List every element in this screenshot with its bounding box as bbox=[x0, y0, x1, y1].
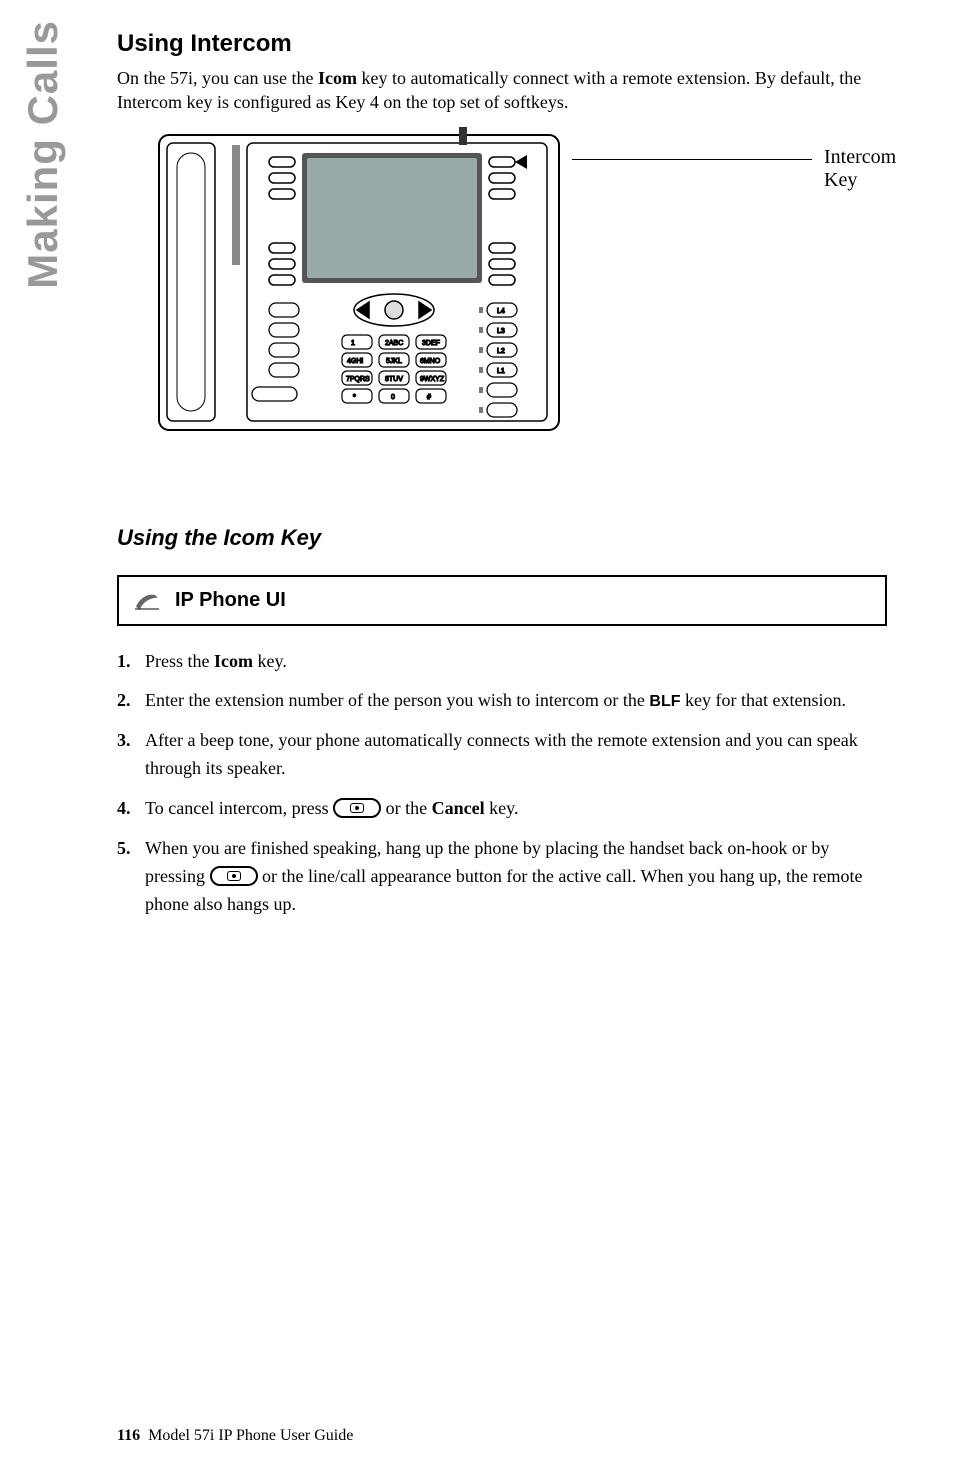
step-5: When you are finished speaking, hang up … bbox=[117, 835, 887, 919]
svg-text:4GHI: 4GHI bbox=[347, 358, 363, 365]
svg-text:L2: L2 bbox=[497, 348, 505, 355]
s4-post: key. bbox=[485, 798, 519, 818]
step-3: After a beep tone, your phone automatica… bbox=[117, 727, 887, 783]
svg-text:2ABC: 2ABC bbox=[385, 340, 403, 347]
svg-text:*: * bbox=[353, 394, 356, 401]
svg-text:0: 0 bbox=[391, 394, 395, 401]
goodbye-key-icon bbox=[333, 798, 381, 818]
svg-text:6MNO: 6MNO bbox=[420, 358, 441, 365]
svg-text:L4: L4 bbox=[497, 308, 505, 315]
hand-write-icon bbox=[133, 589, 161, 611]
svg-text:9WXYZ: 9WXYZ bbox=[420, 376, 445, 383]
section-heading: Using Intercom bbox=[117, 30, 887, 58]
callout-l1: Intercom bbox=[824, 146, 896, 168]
figure-wrapper: 1 2ABC 3DEF 4GHI 5JKL 6MNO 7PQRS 8TUV 9W… bbox=[117, 125, 887, 475]
footer-title: Model 57i IP Phone User Guide bbox=[148, 1427, 353, 1444]
s4-key: Cancel bbox=[432, 798, 485, 818]
phone-illustration: 1 2ABC 3DEF 4GHI 5JKL 6MNO 7PQRS 8TUV 9W… bbox=[157, 125, 562, 435]
callout-l2: Key bbox=[824, 169, 857, 191]
subsection-heading: Using the Icom Key bbox=[117, 525, 887, 551]
svg-text:1: 1 bbox=[351, 340, 355, 347]
s2-key: BLF bbox=[649, 693, 680, 710]
intro-paragraph: On the 57i, you can use the Icom key to … bbox=[117, 66, 887, 115]
svg-text:8TUV: 8TUV bbox=[385, 376, 403, 383]
step-2: Enter the extension number of the person… bbox=[117, 687, 887, 715]
s1-pre: Press the bbox=[145, 651, 214, 671]
page-content: Using Intercom On the 57i, you can use t… bbox=[117, 30, 887, 931]
step-1: Press the Icom key. bbox=[117, 648, 887, 676]
s4-mid: or the bbox=[381, 798, 431, 818]
steps-list: Press the Icom key. Enter the extension … bbox=[117, 648, 887, 919]
s2-post: key for that extension. bbox=[681, 690, 846, 710]
svg-text:#: # bbox=[427, 394, 431, 401]
step-4: To cancel intercom, press or the Cancel … bbox=[117, 795, 887, 823]
ui-box: IP Phone UI bbox=[117, 575, 887, 626]
svg-text:3DEF: 3DEF bbox=[422, 340, 440, 347]
callout-text: Intercom Key bbox=[824, 146, 896, 192]
svg-text:L3: L3 bbox=[497, 328, 505, 335]
s2-pre: Enter the extension number of the person… bbox=[145, 690, 649, 710]
s4-pre: To cancel intercom, press bbox=[145, 798, 333, 818]
side-tab: Making Calls bbox=[8, 0, 78, 380]
s1-post: key. bbox=[253, 651, 287, 671]
goodbye-key-icon bbox=[210, 866, 258, 886]
ui-box-label: IP Phone UI bbox=[175, 589, 286, 612]
svg-text:5JKL: 5JKL bbox=[386, 358, 402, 365]
page-footer: 116 Model 57i IP Phone User Guide bbox=[117, 1427, 353, 1445]
intro-pre: On the 57i, you can use the bbox=[117, 68, 318, 88]
intro-key: Icom bbox=[318, 68, 357, 88]
s5-mid: or the line/call appearance button for t… bbox=[258, 866, 641, 886]
svg-text:L1: L1 bbox=[497, 368, 505, 375]
s3-text: After a beep tone, your phone automatica… bbox=[145, 730, 858, 778]
side-tab-label: Making Calls bbox=[22, 20, 64, 289]
callout-line bbox=[572, 159, 812, 160]
svg-text:7PQRS: 7PQRS bbox=[346, 376, 370, 383]
s1-key: Icom bbox=[214, 651, 253, 671]
page-number: 116 bbox=[117, 1427, 140, 1444]
